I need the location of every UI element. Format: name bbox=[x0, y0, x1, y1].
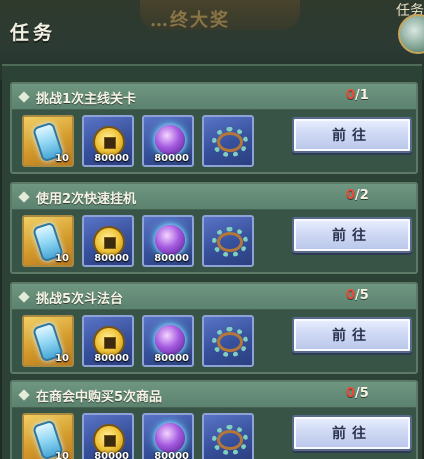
reward-item-orb[interactable]: 80000 bbox=[142, 115, 194, 167]
task-card: 挑战1次主线关卡 0/1 10 80000 80000 前往 bbox=[10, 82, 418, 174]
reward-count: 80000 bbox=[94, 253, 129, 264]
jade-bracelet-icon bbox=[212, 425, 248, 455]
diamond-bullet-icon bbox=[18, 291, 30, 303]
task-progress: 0/5 bbox=[346, 288, 369, 303]
task-card: 使用2次快速挂机 0/2 10 80000 80000 前往 bbox=[10, 182, 418, 274]
progress-current: 0 bbox=[346, 386, 356, 401]
reward-list: 10 80000 80000 bbox=[22, 115, 272, 171]
spirit-orb-icon bbox=[155, 125, 185, 155]
jade-bracelet-icon bbox=[212, 327, 248, 357]
jade-bracelet-icon bbox=[212, 227, 248, 257]
progress-total: /5 bbox=[355, 386, 369, 401]
diamond-bullet-icon bbox=[18, 91, 30, 103]
reward-count: 80000 bbox=[154, 353, 189, 364]
task-card: 在商会中购买5次商品 0/5 10 80000 80000 前往 bbox=[10, 380, 418, 459]
reward-count: 10 bbox=[55, 253, 69, 264]
reward-list: 10 80000 80000 bbox=[22, 413, 272, 459]
progress-current: 0 bbox=[346, 188, 356, 203]
progress-total: /5 bbox=[355, 288, 369, 303]
progress-current: 0 bbox=[346, 288, 356, 303]
task-title: 在商会中购买5次商品 bbox=[36, 390, 163, 405]
task-progress: 0/2 bbox=[346, 188, 369, 203]
task-list: 挑战1次主线关卡 0/1 10 80000 80000 前往 使用2次快速挂机 … bbox=[2, 64, 422, 459]
reward-item-crystal[interactable]: 10 bbox=[22, 413, 74, 459]
reward-item-crystal[interactable]: 10 bbox=[22, 315, 74, 367]
reward-item-bracelet[interactable] bbox=[202, 413, 254, 459]
reward-item-orb[interactable]: 80000 bbox=[142, 215, 194, 267]
reward-count: 80000 bbox=[154, 253, 189, 264]
reward-count: 80000 bbox=[154, 153, 189, 164]
task-header: 挑战1次主线关卡 0/1 bbox=[12, 84, 416, 110]
progress-current: 0 bbox=[346, 88, 356, 103]
reward-count: 10 bbox=[55, 451, 69, 459]
task-header: 使用2次快速挂机 0/2 bbox=[12, 184, 416, 210]
progress-total: /2 bbox=[355, 188, 369, 203]
task-card: 挑战5次斗法台 0/5 10 80000 80000 前往 bbox=[10, 282, 418, 374]
reward-count: 80000 bbox=[94, 153, 129, 164]
reward-item-coin[interactable]: 80000 bbox=[82, 315, 134, 367]
go-button[interactable]: 前往 bbox=[292, 117, 412, 153]
spirit-orb-icon bbox=[155, 325, 185, 355]
task-header: 在商会中购买5次商品 0/5 bbox=[12, 382, 416, 408]
reward-item-coin[interactable]: 80000 bbox=[82, 413, 134, 459]
task-progress: 0/1 bbox=[346, 88, 369, 103]
reward-list: 10 80000 80000 bbox=[22, 315, 272, 371]
reward-item-bracelet[interactable] bbox=[202, 115, 254, 167]
spirit-orb-icon bbox=[155, 423, 185, 453]
reward-count: 80000 bbox=[94, 353, 129, 364]
reward-item-orb[interactable]: 80000 bbox=[142, 315, 194, 367]
reward-item-bracelet[interactable] bbox=[202, 315, 254, 367]
reward-item-coin[interactable]: 80000 bbox=[82, 115, 134, 167]
event-banner-text: …终大奖 bbox=[150, 10, 230, 31]
reward-item-crystal[interactable]: 10 bbox=[22, 115, 74, 167]
reward-item-orb[interactable]: 80000 bbox=[142, 413, 194, 459]
task-title: 挑战5次斗法台 bbox=[36, 292, 124, 307]
go-button[interactable]: 前往 bbox=[292, 217, 412, 253]
diamond-bullet-icon bbox=[18, 191, 30, 203]
go-button[interactable]: 前往 bbox=[292, 317, 412, 353]
reward-count: 10 bbox=[55, 353, 69, 364]
reward-count: 80000 bbox=[94, 451, 129, 459]
reward-list: 10 80000 80000 bbox=[22, 215, 272, 271]
reward-count: 10 bbox=[55, 153, 69, 164]
go-button[interactable]: 前往 bbox=[292, 415, 412, 451]
reward-item-bracelet[interactable] bbox=[202, 215, 254, 267]
progress-total: /1 bbox=[355, 88, 369, 103]
reward-item-crystal[interactable]: 10 bbox=[22, 215, 74, 267]
task-title: 挑战1次主线关卡 bbox=[36, 92, 137, 107]
reward-item-coin[interactable]: 80000 bbox=[82, 215, 134, 267]
task-title: 使用2次快速挂机 bbox=[36, 192, 137, 207]
spirit-orb-icon bbox=[155, 225, 185, 255]
task-header: 挑战5次斗法台 0/5 bbox=[12, 284, 416, 310]
page-title: 任务 bbox=[10, 22, 57, 44]
task-progress: 0/5 bbox=[346, 386, 369, 401]
reward-count: 80000 bbox=[154, 451, 189, 459]
diamond-bullet-icon bbox=[18, 389, 30, 401]
jade-bracelet-icon bbox=[212, 127, 248, 157]
